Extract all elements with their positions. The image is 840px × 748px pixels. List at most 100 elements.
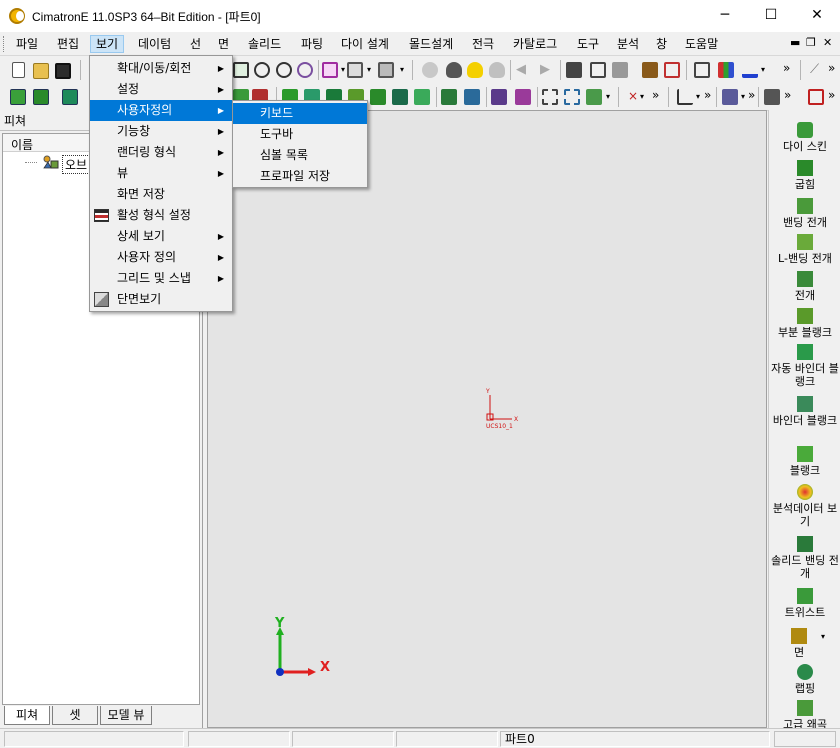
shading-icon[interactable] — [378, 62, 394, 78]
face-button[interactable]: 면 — [769, 628, 829, 659]
hide-icon[interactable] — [612, 62, 628, 78]
select-box-icon[interactable] — [542, 89, 558, 105]
mdi-close-button[interactable]: ✕ — [823, 36, 832, 49]
menu-window[interactable]: 창 — [651, 35, 672, 53]
menu-item-active-style[interactable]: 활성 형식 설정 — [90, 205, 232, 226]
zoom-box-icon[interactable] — [233, 62, 249, 78]
zoom-icon[interactable] — [254, 62, 270, 78]
toolbar-overflow-icon[interactable]: » — [828, 88, 835, 102]
menu-item-feature-window[interactable]: 기능창 ▶ — [90, 121, 232, 142]
partial-blank-button[interactable]: 부분 블랭크 — [769, 308, 840, 339]
offset-icon[interactable] — [392, 89, 408, 105]
forward-arrow-icon[interactable]: ▶ — [540, 62, 550, 77]
menu-file[interactable]: 파일 — [11, 35, 43, 53]
menu-catalog[interactable]: 카탈로그 — [508, 35, 562, 53]
mdi-minimize-button[interactable]: ▬ — [790, 36, 800, 49]
select-chain-icon[interactable] — [586, 89, 602, 105]
tab-features[interactable]: 피쳐 — [4, 706, 50, 725]
wrapping-button[interactable]: 랩핑 — [769, 664, 840, 695]
menu-item-customize[interactable]: 사용자정의 ▶ — [90, 100, 232, 121]
view-cube-icon[interactable] — [347, 62, 363, 78]
menu-mold-design[interactable]: 몰드설계 — [404, 35, 458, 53]
properties-icon[interactable] — [664, 62, 680, 78]
toolbar-overflow-icon[interactable]: » — [828, 61, 835, 75]
transform-icon[interactable] — [491, 89, 507, 105]
menu-item-toolbars[interactable]: 도구바 — [233, 124, 367, 145]
dropdown-arrow-icon[interactable]: ▾ — [821, 632, 825, 641]
menu-item-symbol-list[interactable]: 심볼 목록 — [233, 145, 367, 166]
cancel-tool-icon[interactable] — [808, 89, 824, 105]
graphics-viewport[interactable]: Y X UCS10_1 Y X — [207, 110, 767, 728]
auto-binder-blank-button[interactable]: 자동 바인더 블랭크 — [769, 344, 840, 388]
binder-blank-button[interactable]: 바인더 블랭크 — [769, 396, 840, 427]
menu-item-detail-view[interactable]: 상세 보기 ▶ — [90, 226, 232, 247]
iso-view-icon[interactable] — [322, 62, 338, 78]
line-tool-icon[interactable]: ⟋ — [810, 62, 819, 77]
sketch-icon[interactable] — [10, 89, 26, 105]
minimize-button[interactable]: ─ — [702, 0, 748, 32]
menu-tools[interactable]: 도구 — [572, 35, 604, 53]
blank-button[interactable]: 블랭크 — [769, 446, 840, 477]
dropdown-arrow-icon[interactable]: ▾ — [761, 65, 765, 74]
rotate-view-icon[interactable] — [297, 62, 313, 78]
unfold-button[interactable]: 전개 — [769, 271, 840, 302]
toolbar-overflow-icon[interactable]: » — [783, 61, 790, 75]
move-icon[interactable] — [515, 89, 531, 105]
l-unbend-button[interactable]: L-밴딩 전개 — [769, 234, 840, 265]
menu-item-section-view[interactable]: 단면보기 — [90, 289, 232, 310]
menu-item-zoom-pan-rotate[interactable]: 확대/이동/회전 ▶ — [90, 58, 232, 79]
toolbar-overflow-icon[interactable]: » — [704, 88, 711, 102]
back-arrow-icon[interactable]: ◀ — [516, 62, 526, 77]
menu-help[interactable]: 도움말 — [680, 35, 723, 53]
solid-unbend-button[interactable]: 솔리드 밴딩 전개 — [769, 536, 840, 580]
light-on-icon[interactable] — [467, 62, 483, 78]
select-all-icon[interactable] — [564, 89, 580, 105]
die-skin-button[interactable]: 다이 스킨 — [769, 122, 840, 153]
box-icon[interactable] — [370, 89, 386, 105]
color-icon[interactable] — [718, 62, 734, 78]
dropdown-arrow-icon[interactable]: ▾ — [640, 92, 644, 101]
assembly-icon[interactable] — [764, 89, 780, 105]
menu-item-keyboard[interactable]: 키보드 — [233, 103, 367, 124]
menu-datum[interactable]: 데이텀 — [133, 35, 176, 53]
dropdown-arrow-icon[interactable]: ▾ — [400, 65, 404, 74]
menu-item-save-profile[interactable]: 프로파일 저장 — [233, 166, 367, 187]
advanced-warp-button[interactable]: 고급 왜곡 — [769, 700, 840, 731]
save-icon[interactable] — [55, 63, 71, 79]
toolbar-overflow-icon[interactable]: » — [748, 88, 755, 102]
point-icon[interactable]: × — [628, 89, 638, 103]
trim-icon[interactable] — [464, 89, 480, 105]
zoom-fit-icon[interactable] — [276, 62, 292, 78]
light-off-icon[interactable] — [489, 62, 505, 78]
menu-edit[interactable]: 편집 — [52, 35, 84, 53]
fill-color-icon[interactable] — [742, 62, 758, 78]
dimension-icon[interactable] — [677, 89, 693, 105]
menu-electrode[interactable]: 전극 — [467, 35, 499, 53]
extrude-icon[interactable] — [62, 89, 78, 105]
bend-button[interactable]: 굽힘 — [769, 160, 840, 191]
light-bulb-icon[interactable] — [446, 62, 462, 78]
paint-icon[interactable] — [642, 62, 658, 78]
tab-sets[interactable]: 셋 — [52, 706, 98, 725]
split-icon[interactable] — [441, 89, 457, 105]
menu-item-view[interactable]: 뷰 ▶ — [90, 163, 232, 184]
menu-die-design[interactable]: 다이 설계 — [336, 35, 394, 53]
menu-item-grid-snap[interactable]: 그리드 및 스냅 ▶ — [90, 268, 232, 289]
toolbar-overflow-icon[interactable]: » — [652, 88, 659, 102]
menu-parting[interactable]: 파팅 — [296, 35, 328, 53]
unbend-button[interactable]: 밴딩 전개 — [769, 198, 840, 229]
menu-item-save-screen[interactable]: 화면 저장 — [90, 184, 232, 205]
open-folder-icon[interactable] — [33, 63, 49, 79]
mdi-restore-button[interactable]: ❐ — [806, 36, 816, 49]
menu-item-user-defined[interactable]: 사용자 정의 ▶ — [90, 247, 232, 268]
menu-solid[interactable]: 솔리드 — [243, 35, 286, 53]
maximize-button[interactable]: ☐ — [748, 0, 794, 32]
layer-icon[interactable] — [694, 62, 710, 78]
menu-item-settings[interactable]: 설정 ▶ — [90, 79, 232, 100]
dropdown-arrow-icon[interactable]: ▾ — [367, 65, 371, 74]
toolbar-overflow-icon[interactable]: » — [784, 88, 791, 102]
menu-item-rendering-mode[interactable]: 랜더링 형식 ▶ — [90, 142, 232, 163]
tab-model-view[interactable]: 모델 뷰 — [100, 706, 152, 725]
dropdown-arrow-icon[interactable]: ▾ — [696, 92, 700, 101]
new-file-icon[interactable] — [12, 62, 25, 78]
